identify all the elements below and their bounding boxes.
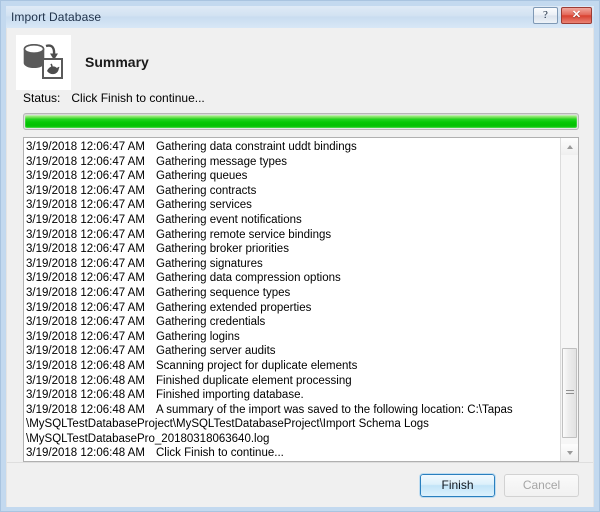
- status-label: Status:: [23, 91, 61, 105]
- log-message: Scanning project for duplicate elements: [156, 359, 358, 372]
- log-timestamp: 3/19/2018 12:06:47 AM: [26, 141, 145, 153]
- scrollbar-track[interactable]: [561, 155, 578, 445]
- log-message: Gathering logins: [156, 330, 240, 343]
- log-row[interactable]: 3/19/2018 12:06:47 AM Gathering extended …: [26, 301, 560, 316]
- log-timestamp: 3/19/2018 12:06:47 AM: [26, 286, 145, 299]
- log-row[interactable]: 3/19/2018 12:06:47 AM Gathering logins: [26, 330, 560, 345]
- log-timestamp: 3/19/2018 12:06:47 AM: [26, 243, 145, 256]
- log-message: Gathering extended properties: [156, 301, 312, 314]
- page-title: Summary: [85, 54, 149, 70]
- log-timestamp: 3/19/2018 12:06:47 AM: [26, 316, 145, 329]
- title-bar[interactable]: Import Database ? ✕: [6, 6, 594, 28]
- dialog-button-bar: Finish Cancel: [7, 462, 593, 508]
- scrollbar-thumb[interactable]: [562, 348, 577, 439]
- log-row[interactable]: 3/19/2018 12:06:48 AM Scanning project fo…: [26, 359, 560, 374]
- import-database-dialog: Import Database ? ✕ Summary Status: Clic…: [0, 0, 600, 512]
- dialog-body: Summary Status: Click Finish to continue…: [6, 28, 594, 508]
- log-scrollbar[interactable]: [560, 138, 578, 462]
- log-message: Gathering remote service bindings: [156, 228, 332, 241]
- log-message-continuation: \MySQLTestDatabaseProject\MySQLTestDatab…: [26, 418, 429, 431]
- log-timestamp: 3/19/2018 12:06:48 AM: [26, 447, 145, 460]
- log-row[interactable]: 3/19/2018 12:06:47 AM Gathering services: [26, 198, 560, 213]
- log-timestamp: 3/19/2018 12:06:47 AM: [26, 228, 145, 241]
- log-timestamp: 3/19/2018 12:06:47 AM: [26, 213, 145, 226]
- log-message: Click Finish to continue...: [156, 447, 284, 460]
- log-message: Gathering broker priorities: [156, 243, 289, 256]
- log-row[interactable]: 3/19/2018 12:06:48 AM Finished importing …: [26, 388, 560, 403]
- log-row[interactable]: 3/19/2018 12:06:48 AM Finished duplicate …: [26, 374, 560, 389]
- log-timestamp: 3/19/2018 12:06:48 AM: [26, 374, 145, 387]
- log-message: Gathering sequence types: [156, 286, 291, 299]
- window-title: Import Database: [11, 10, 102, 24]
- log-message: Gathering data constraint uddt bindings: [156, 141, 357, 153]
- close-button[interactable]: ✕: [561, 7, 592, 24]
- help-button[interactable]: ?: [533, 7, 558, 24]
- log-message: Finished importing database.: [156, 389, 304, 402]
- log-timestamp: 3/19/2018 12:06:47 AM: [26, 170, 145, 183]
- log-row[interactable]: 3/19/2018 12:06:47 AM Gathering remote se…: [26, 228, 560, 243]
- log-message: Gathering queues: [156, 170, 248, 183]
- cancel-button: Cancel: [504, 473, 579, 497]
- log-message: A summary of the import was saved to the…: [156, 403, 513, 416]
- scroll-up-arrow[interactable]: [561, 138, 578, 155]
- log-row[interactable]: 3/19/2018 12:06:47 AM Gathering queues: [26, 169, 560, 184]
- log-message: Gathering signatures: [156, 257, 263, 270]
- log-timestamp: 3/19/2018 12:06:48 AM: [26, 403, 145, 416]
- log-row[interactable]: 3/19/2018 12:06:47 AM Gathering signature…: [26, 257, 560, 272]
- log-message: Finished duplicate element processing: [156, 374, 352, 387]
- log-row[interactable]: 3/19/2018 12:06:47 AM Gathering contracts: [26, 184, 560, 199]
- log-timestamp: 3/19/2018 12:06:47 AM: [26, 330, 145, 343]
- log-timestamp: 3/19/2018 12:06:47 AM: [26, 301, 145, 314]
- log-timestamp: 3/19/2018 12:06:47 AM: [26, 199, 145, 212]
- log-message: Gathering data compression options: [156, 272, 341, 285]
- log-timestamp: 3/19/2018 12:06:47 AM: [26, 257, 145, 270]
- log-row[interactable]: 3/19/2018 12:06:47 AM Gathering credentia…: [26, 315, 560, 330]
- log-timestamp: 3/19/2018 12:06:48 AM: [26, 359, 145, 372]
- log-message: Gathering credentials: [156, 316, 266, 329]
- log-row[interactable]: 3/19/2018 12:06:47 AM Gathering broker pr…: [26, 242, 560, 257]
- log-row[interactable]: 3/19/2018 12:06:48 AM Click Finish to con…: [26, 446, 560, 461]
- finish-button[interactable]: Finish: [419, 472, 496, 498]
- log-row[interactable]: 3/19/2018 12:06:47 AM Gathering server au…: [26, 344, 560, 359]
- window-controls: ? ✕: [533, 7, 592, 24]
- log-message: Gathering server audits: [156, 345, 276, 358]
- log-timestamp: 3/19/2018 12:06:48 AM: [26, 389, 145, 402]
- log-message: Gathering event notifications: [156, 213, 302, 226]
- log-row[interactable]: 3/19/2018 12:06:47 AM Gathering event not…: [26, 213, 560, 228]
- status-value: Click Finish to continue...: [71, 91, 205, 105]
- progress-bar: [23, 113, 579, 130]
- log-timestamp: 3/19/2018 12:06:47 AM: [26, 345, 145, 358]
- log-row[interactable]: 3/19/2018 12:06:47 AM Gathering sequence …: [26, 286, 560, 301]
- log-row[interactable]: 3/19/2018 12:06:47 AM Gathering data comp…: [26, 271, 560, 286]
- log-message: Gathering message types: [156, 155, 288, 168]
- dialog-header: Summary: [7, 28, 593, 90]
- log-row[interactable]: 3/19/2018 12:06:47 AM Gathering message t…: [26, 155, 560, 170]
- status-row: Status: Click Finish to continue...: [7, 91, 593, 108]
- log-timestamp: 3/19/2018 12:06:47 AM: [26, 184, 145, 197]
- scrollbar-grip: [565, 390, 574, 397]
- log-timestamp: 3/19/2018 12:06:47 AM: [26, 272, 145, 285]
- log-list[interactable]: 3/19/2018 12:06:47 AM Gathering data cons…: [24, 138, 560, 461]
- progress-bar-fill: [25, 115, 577, 128]
- log-message: Gathering services: [156, 199, 252, 212]
- log-row[interactable]: 3/19/2018 12:06:47 AM Gathering data cons…: [26, 140, 560, 155]
- log-list-panel: 3/19/2018 12:06:47 AM Gathering data cons…: [23, 137, 579, 463]
- scroll-down-arrow[interactable]: [561, 444, 578, 462]
- log-message: Gathering contracts: [156, 184, 257, 197]
- log-message-continuation: \MySQLTestDatabasePro_20180318063640.log: [26, 432, 270, 445]
- log-row[interactable]: 3/19/2018 12:06:48 AM A summary of the im…: [26, 403, 560, 418]
- database-import-icon: [16, 34, 71, 90]
- log-timestamp: 3/19/2018 12:06:47 AM: [26, 155, 145, 168]
